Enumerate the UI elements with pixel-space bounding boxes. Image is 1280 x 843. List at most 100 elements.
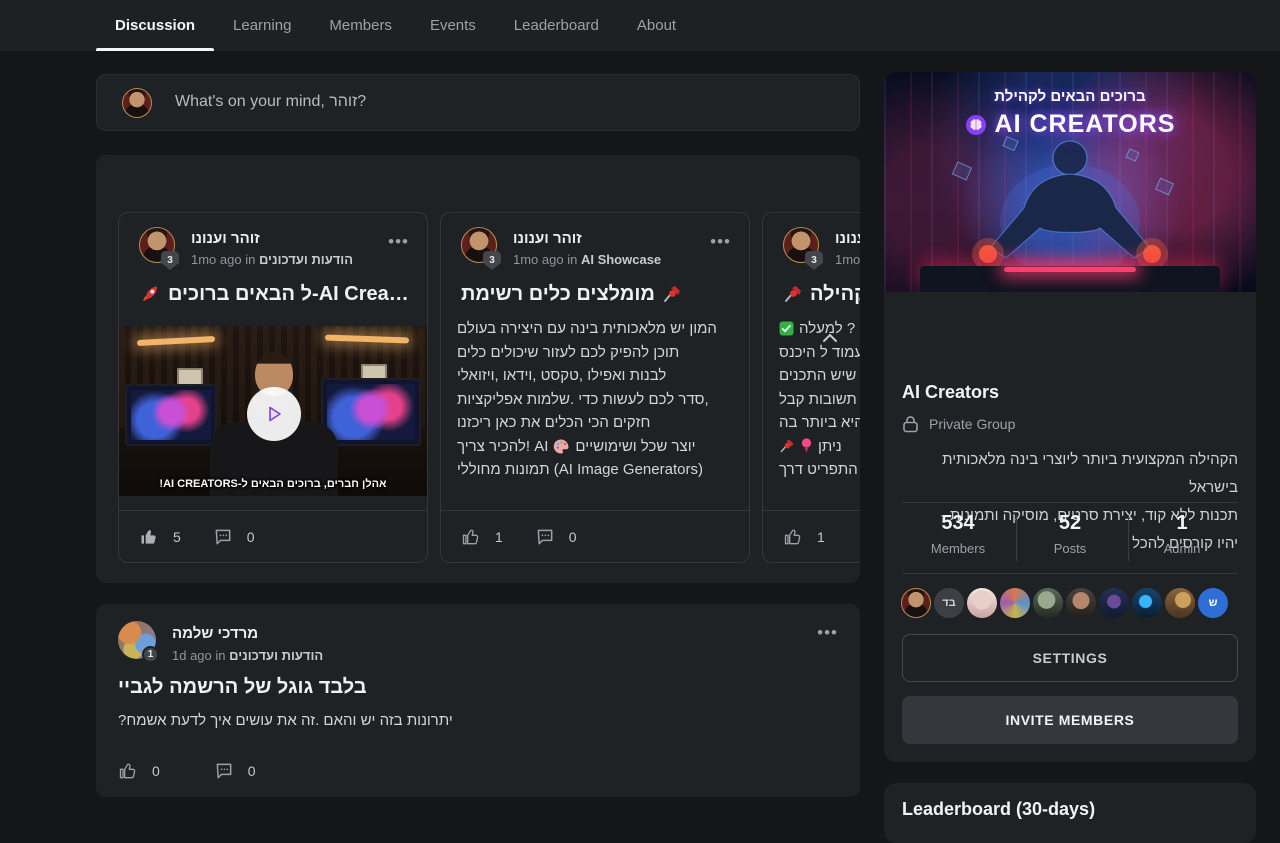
group-info-card: ברוכים הבאים לקהילת AI CREATORS AI Creat… xyxy=(884,72,1256,762)
monitor-right xyxy=(321,378,421,446)
member-avatar[interactable] xyxy=(1099,588,1129,618)
lock-icon xyxy=(902,415,919,433)
comment-button[interactable] xyxy=(214,761,234,781)
like-count: 5 xyxy=(173,529,181,545)
group-privacy: Private Group xyxy=(902,415,1015,433)
post-actions: 1 xyxy=(763,510,860,562)
featured-section: Featured 3 זוהר וענונו 1mo ago in הודעות… xyxy=(96,155,860,583)
post-actions: 5 0 xyxy=(119,510,427,562)
post-time: 1mo ago in xyxy=(835,252,860,267)
post-meta: 1mo ago in הודעות ועדכונים xyxy=(191,252,353,267)
pushpin-icon xyxy=(662,284,682,304)
author-name[interactable]: זוהר וענונו xyxy=(513,230,582,247)
comment-button[interactable] xyxy=(535,527,555,547)
post-time: 1d ago in xyxy=(172,648,226,663)
comment-count: 0 xyxy=(247,529,255,545)
pushpin-icon xyxy=(783,284,803,304)
feed-post[interactable]: 1 מרדכי שלמה 1d ago in הודעות ועדכונים •… xyxy=(96,604,860,797)
member-avatar[interactable] xyxy=(1000,588,1030,618)
leaderboard-card: Leaderboard (30-days) xyxy=(884,783,1256,843)
tab-members[interactable]: Members xyxy=(310,0,411,51)
tab-about[interactable]: About xyxy=(618,0,695,51)
level-badge: 3 xyxy=(483,251,501,270)
post-category[interactable]: הודעות ועדכונים xyxy=(229,648,323,663)
member-avatar[interactable] xyxy=(901,588,931,618)
member-avatar[interactable]: בד xyxy=(934,588,964,618)
invite-members-button[interactable]: INVITE MEMBERS xyxy=(902,696,1238,744)
author-name[interactable]: זוהר וענונו xyxy=(835,230,860,247)
video-caption: אהלן חברים, ברוכים הבאים ל-AI CREATORS! xyxy=(119,478,427,490)
member-avatar[interactable] xyxy=(1066,588,1096,618)
play-button[interactable] xyxy=(247,387,301,441)
like-button[interactable] xyxy=(461,527,481,547)
avatar xyxy=(122,88,152,118)
post-time: 1mo ago in xyxy=(513,252,577,267)
stat-posts: 52 Posts xyxy=(1014,512,1126,556)
tab-discussion[interactable]: Discussion xyxy=(96,0,214,51)
comment-count: 0 xyxy=(248,763,256,779)
pushpin-icon xyxy=(779,438,795,454)
divider xyxy=(902,573,1238,574)
tab-events[interactable]: Events xyxy=(411,0,495,51)
post-meta: 1mo ago in הודעות ועדכונים xyxy=(835,252,860,267)
author-name[interactable]: זוהר וענונו xyxy=(191,230,260,247)
like-button[interactable] xyxy=(139,527,159,547)
privacy-label: Private Group xyxy=(929,416,1015,432)
member-avatar[interactable] xyxy=(1165,588,1195,618)
monitor-left xyxy=(125,384,217,446)
banner-figure xyxy=(884,72,1256,292)
more-menu-icon[interactable]: ••• xyxy=(817,628,838,638)
stat-admin: 1 Admin xyxy=(1126,512,1238,556)
level-badge: 3 xyxy=(161,251,179,270)
brain-icon xyxy=(965,114,987,136)
post-title[interactable]: קהילה xyxy=(783,279,860,309)
post-title[interactable]: רשימת‎ כלים‎ מומלצים xyxy=(461,279,682,309)
member-avatar[interactable] xyxy=(967,588,997,618)
comment-button[interactable] xyxy=(213,527,233,547)
post-category[interactable]: הודעות ועדכונים xyxy=(259,252,353,267)
featured-card-2[interactable]: 3 זוהר וענונו 1mo ago in AI Showcase •••… xyxy=(440,212,750,563)
stat-members: 534 Members xyxy=(902,512,1014,556)
post-category[interactable]: AI Showcase xyxy=(581,252,661,267)
banner-brand-text: AI CREATORS xyxy=(995,110,1176,139)
group-banner[interactable]: ברוכים הבאים לקהילת AI CREATORS xyxy=(884,72,1256,292)
like-count: 0 xyxy=(152,763,160,779)
check-icon xyxy=(779,321,794,336)
post-body: בעולם‎ היצירה‎ עם‎ בינה‎ מלאכותית‎ יש‎ ה… xyxy=(457,317,733,482)
post-composer[interactable]: What's on your mind, זוהר? xyxy=(96,74,860,131)
round-pin-icon xyxy=(800,438,813,454)
divider xyxy=(902,502,1238,503)
group-name: AI Creators xyxy=(902,382,999,403)
post-actions: 0 0 xyxy=(118,761,274,781)
post-time: 1mo ago in xyxy=(191,252,255,267)
banner-welcome-text: ברוכים הבאים לקהילת xyxy=(884,88,1256,105)
tab-learning[interactable]: Learning xyxy=(214,0,310,51)
video-thumbnail[interactable]: אהלן חברים, ברוכים הבאים ל-AI CREATORS! xyxy=(119,326,427,496)
post-body: למעלה ? היכנס‎ ל‎ עמוד התכנים‎ שיש קבל‎ … xyxy=(779,317,860,482)
like-button[interactable] xyxy=(783,527,803,547)
featured-card-1[interactable]: 3 זוהר וענונו 1mo ago in הודעות ועדכונים… xyxy=(118,212,428,563)
post-meta: 1d ago in הודעות ועדכונים xyxy=(172,648,323,663)
like-count: 1 xyxy=(817,529,825,545)
member-avatar[interactable] xyxy=(1132,588,1162,618)
post-body: ?‎אשמח‎ לדעת‎ איך‎ עושים‎ את‎ זה.‎ והאם‎… xyxy=(118,712,453,729)
like-button[interactable] xyxy=(118,761,138,781)
more-menu-icon[interactable]: ••• xyxy=(388,237,409,247)
post-title[interactable]: ברוכים‎ הבאים‎ ל‎-AI Creators! xyxy=(139,279,409,309)
post-meta: 1mo ago in AI Showcase xyxy=(513,252,661,267)
more-menu-icon[interactable]: ••• xyxy=(710,237,731,247)
member-avatar[interactable]: ש xyxy=(1198,588,1228,618)
palette-icon xyxy=(553,438,570,455)
post-title[interactable]: לגביי‎ הרשמה‎ של‎ גוגל‎ בלבד xyxy=(118,676,367,699)
author-name[interactable]: מרדכי שלמה xyxy=(172,625,258,642)
post-actions: 1 0 xyxy=(441,510,749,562)
tab-leaderboard[interactable]: Leaderboard xyxy=(495,0,618,51)
keyboard-glow xyxy=(1004,267,1136,272)
comment-count: 0 xyxy=(569,529,577,545)
featured-card-3[interactable]: 3 זוהר וענונו 1mo ago in הודעות ועדכונים… xyxy=(762,212,860,563)
settings-button[interactable]: SETTINGS xyxy=(902,634,1238,682)
member-avatar[interactable] xyxy=(1033,588,1063,618)
member-avatars[interactable]: בד ש xyxy=(901,588,1228,618)
level-badge: 3 xyxy=(805,251,823,270)
top-nav: Discussion Learning Members Events Leade… xyxy=(0,0,1280,51)
